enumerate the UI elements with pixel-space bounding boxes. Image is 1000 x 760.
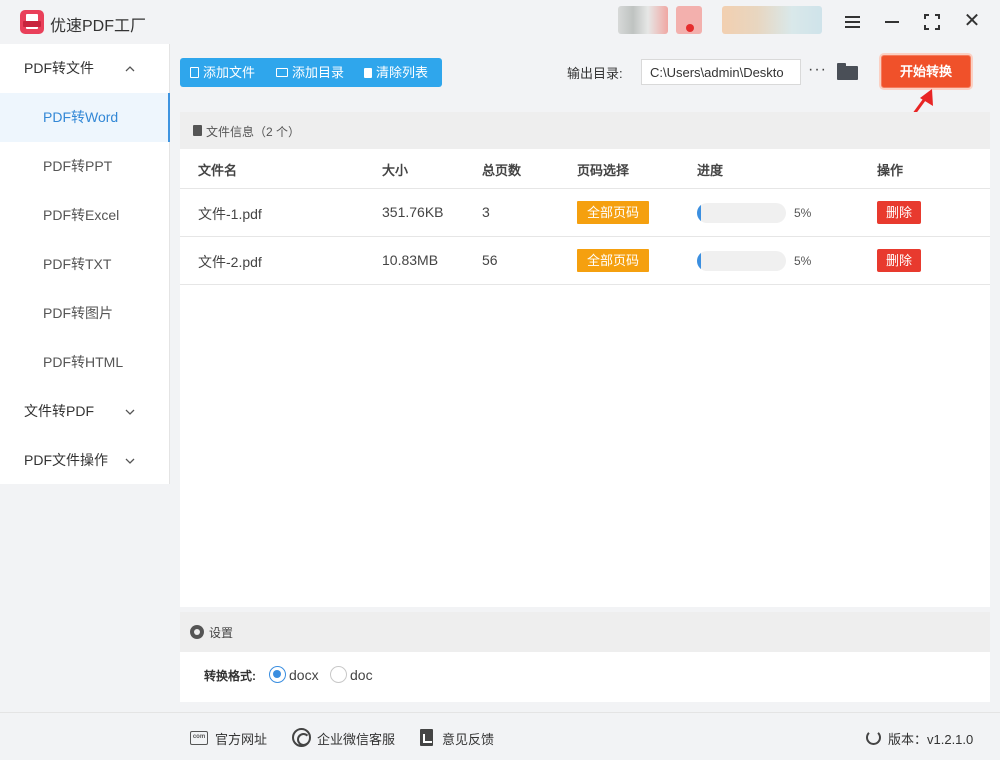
sidebar-item-label: PDF转HTML [43, 354, 124, 370]
open-folder-icon[interactable] [837, 63, 858, 80]
file-icon [190, 67, 199, 79]
sidebar-item-pdf-to-word[interactable]: PDF转Word [0, 93, 170, 142]
sidebar-item-pdf-to-image[interactable]: PDF转图片 [0, 289, 169, 338]
website-icon: com [190, 731, 208, 745]
output-dir-input[interactable] [641, 59, 801, 85]
user-info-blurred[interactable] [722, 6, 822, 34]
version-text: 版本：v1.2.1.0 [888, 732, 974, 747]
minimize-icon[interactable] [880, 10, 904, 34]
page-select-button[interactable]: 全部页码 [577, 249, 649, 272]
app-title: 优速PDF工厂 [50, 18, 147, 35]
progress-fill [697, 203, 702, 223]
feedback-link[interactable]: 意见反馈 [442, 729, 494, 748]
sidebar-item-label: PDF转Excel [43, 207, 120, 223]
sidebar-group-label: PDF转文件 [24, 60, 94, 76]
file-toolbar: 添加文件 添加目录 清除列表 [180, 58, 442, 87]
table-row[interactable]: 文件-1.pdf 351.76KB 3 全部页码 5% 删除 [180, 189, 990, 237]
col-progress: 进度 [697, 163, 724, 178]
notification-dot [686, 24, 694, 32]
delete-button[interactable]: 删除 [877, 201, 921, 224]
file-list-panel: 文件信息（2 个） 文件名 大小 总页数 页码选择 进度 操作 文件-1.pdf… [180, 112, 990, 607]
col-page-select: 页码选择 [577, 163, 630, 178]
sidebar-group-label: PDF文件操作 [24, 452, 108, 468]
menu-icon[interactable] [841, 10, 865, 34]
sidebar-item-label: PDF转图片 [43, 305, 113, 321]
chevron-up-icon [125, 66, 135, 72]
radio-docx-label[interactable]: docx [289, 667, 319, 683]
sidebar-item-pdf-to-html[interactable]: PDF转HTML [0, 338, 169, 387]
wechat-service-link[interactable]: 企业微信客服 [317, 729, 395, 748]
col-size: 大小 [382, 163, 409, 178]
sidebar-group-label: 文件转PDF [24, 403, 94, 419]
settings-body: 转换格式: docx doc [180, 652, 990, 702]
file-size: 351.76KB [382, 204, 444, 220]
radio-doc-label[interactable]: doc [350, 667, 373, 683]
website-link[interactable]: 官方网址 [215, 729, 267, 748]
table-header: 文件名 大小 总页数 页码选择 进度 操作 [180, 149, 990, 189]
col-action: 操作 [877, 163, 904, 178]
more-options-icon[interactable]: ··· [808, 60, 826, 84]
progress-bar [697, 203, 786, 223]
settings-header: 设置 [180, 612, 990, 652]
progress-fill [697, 251, 702, 271]
sidebar-group-pdf-to-file[interactable]: PDF转文件 [0, 44, 169, 93]
sidebar-group-pdf-operations[interactable]: PDF文件操作 [0, 436, 169, 485]
sidebar-item-pdf-to-txt[interactable]: PDF转TXT [0, 240, 169, 289]
chevron-down-icon [125, 458, 135, 464]
title-bar: 优速PDF工厂 ✕ [0, 0, 1000, 44]
close-icon[interactable]: ✕ [960, 10, 984, 34]
user-avatar-blurred[interactable] [618, 6, 668, 34]
settings-title: 设置 [209, 626, 234, 640]
progress-text: 5% [794, 254, 812, 268]
add-folder-label: 添加目录 [292, 65, 345, 80]
file-icon [193, 125, 202, 136]
add-folder-button[interactable]: 添加目录 [276, 58, 344, 87]
maximize-icon[interactable] [920, 10, 944, 34]
radio-docx[interactable] [269, 666, 286, 683]
clear-list-label: 清除列表 [376, 65, 429, 80]
radio-doc[interactable] [330, 666, 347, 683]
col-pages: 总页数 [482, 163, 522, 178]
wechat-service-icon [292, 728, 311, 747]
file-name: 文件-1.pdf [198, 206, 262, 222]
format-label: 转换格式: [204, 669, 256, 683]
refresh-icon[interactable] [866, 730, 881, 745]
sidebar: PDF转文件 PDF转Word PDF转PPT PDF转Excel PDF转TX… [0, 44, 170, 484]
output-dir-label: 输出目录: [567, 66, 623, 81]
table-row[interactable]: 文件-2.pdf 10.83MB 56 全部页码 5% 删除 [180, 237, 990, 285]
delete-button[interactable]: 删除 [877, 249, 921, 272]
progress-text: 5% [794, 206, 812, 220]
start-convert-button[interactable]: 开始转换 [881, 55, 971, 88]
sidebar-item-pdf-to-ppt[interactable]: PDF转PPT [0, 142, 169, 191]
add-file-button[interactable]: 添加文件 [190, 58, 255, 87]
file-pages: 3 [482, 204, 490, 220]
file-pages: 56 [482, 252, 498, 268]
feedback-icon [420, 729, 433, 746]
page-select-button[interactable]: 全部页码 [577, 201, 649, 224]
file-size: 10.83MB [382, 252, 439, 268]
app-logo-icon [20, 10, 44, 34]
sidebar-item-pdf-to-excel[interactable]: PDF转Excel [0, 191, 169, 240]
progress-bar [697, 251, 786, 271]
sidebar-group-file-to-pdf[interactable]: 文件转PDF [0, 387, 169, 436]
col-filename: 文件名 [198, 163, 238, 178]
sidebar-item-label: PDF转PPT [43, 158, 113, 174]
file-name: 文件-2.pdf [198, 254, 262, 270]
clear-list-button[interactable]: 清除列表 [364, 58, 428, 87]
file-info-title: 文件信息（2 个） [206, 125, 301, 139]
sidebar-item-label: PDF转TXT [43, 256, 112, 272]
chevron-down-icon [125, 409, 135, 415]
folder-icon [276, 68, 288, 78]
gear-icon [190, 625, 204, 639]
sidebar-item-label: PDF转Word [43, 109, 119, 125]
trash-icon [364, 67, 372, 78]
file-info-header: 文件信息（2 个） [180, 112, 990, 149]
add-file-label: 添加文件 [203, 65, 256, 80]
footer: com 官方网址 企业微信客服 意见反馈 版本：v1.2.1.0 [0, 712, 1000, 760]
